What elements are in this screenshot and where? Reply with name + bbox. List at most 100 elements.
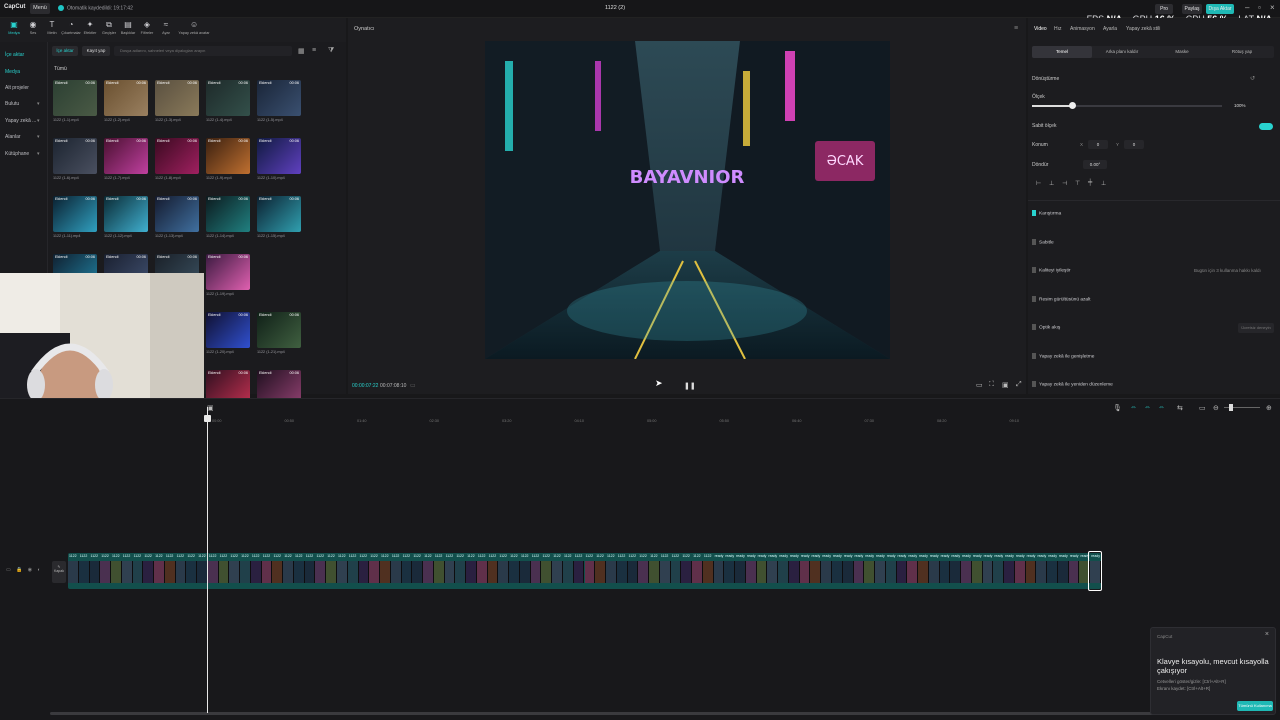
optical-flow-try-button[interactable]: Ücretsiz deneyin bbox=[1238, 323, 1274, 333]
media-thumbnail[interactable]: Eklendi 00:06 bbox=[53, 80, 97, 116]
timeline-clip[interactable] bbox=[939, 561, 951, 583]
fit-icon[interactable]: ▭ bbox=[1199, 404, 1206, 412]
inspector-subtab-1[interactable]: Arka planı kaldır bbox=[1092, 46, 1152, 58]
timeline-clip[interactable] bbox=[423, 561, 434, 583]
timeline-clip[interactable] bbox=[240, 561, 251, 583]
checkbox[interactable] bbox=[1032, 267, 1036, 273]
tool-9[interactable]: ☺ Yapay zekâ avatar bbox=[177, 21, 211, 36]
checkbox[interactable] bbox=[1032, 353, 1036, 359]
track-controls[interactable]: ▭ 🔒 ◉ ◐ bbox=[6, 567, 43, 573]
playhead[interactable] bbox=[207, 407, 208, 713]
timeline-clip[interactable] bbox=[111, 561, 122, 583]
timeline-clip[interactable] bbox=[78, 561, 90, 583]
media-thumbnail[interactable]: Eklendi 00:06 bbox=[257, 138, 301, 174]
timeline-clip[interactable] bbox=[218, 561, 230, 583]
inspector-section-4[interactable]: Optik akış bbox=[1032, 324, 1060, 330]
scale-slider-knob[interactable] bbox=[1069, 102, 1076, 109]
align-bottom-icon[interactable]: ⊥ bbox=[1101, 180, 1106, 187]
media-thumbnail[interactable]: Eklendi 00:06 bbox=[155, 196, 199, 232]
align-middle-icon[interactable]: ╪ bbox=[1088, 180, 1092, 186]
timeline-clip[interactable] bbox=[767, 561, 779, 583]
timeline-clip[interactable] bbox=[1047, 561, 1058, 583]
inspector-tab-0[interactable]: Video bbox=[1034, 26, 1047, 32]
media-thumbnail[interactable]: Eklendi 00:06 bbox=[53, 138, 97, 174]
timeline-clip[interactable] bbox=[616, 561, 628, 583]
timeline-clip[interactable] bbox=[175, 561, 187, 583]
timeline-clip[interactable] bbox=[164, 561, 176, 583]
pro-button[interactable]: Pro bbox=[1155, 4, 1173, 14]
timeline-clip[interactable] bbox=[993, 561, 1005, 583]
selected-clip-outline[interactable] bbox=[1088, 551, 1102, 591]
timeline-clip[interactable] bbox=[186, 561, 198, 583]
timeline-clip[interactable] bbox=[1025, 561, 1037, 583]
timeline-clip[interactable] bbox=[875, 561, 886, 583]
magnet-icon[interactable]: ⇔ bbox=[1144, 404, 1151, 411]
timeline-clip[interactable] bbox=[304, 561, 316, 583]
reset-icon[interactable]: ↺ bbox=[1250, 75, 1255, 82]
media-thumbnail[interactable]: Eklendi 00:06 bbox=[257, 196, 301, 232]
timeline-clip[interactable] bbox=[476, 561, 488, 583]
preview-axis-icon[interactable]: ⇆ bbox=[1177, 404, 1183, 412]
inspector-tab-2[interactable]: Animasyon bbox=[1070, 26, 1095, 32]
timeline-clip[interactable] bbox=[864, 561, 876, 583]
media-thumbnail[interactable]: Eklendi 00:06 bbox=[257, 80, 301, 116]
timeline-clip[interactable] bbox=[842, 561, 854, 583]
checkbox[interactable] bbox=[1032, 381, 1036, 387]
timeline-clip[interactable] bbox=[562, 561, 574, 583]
timeline-scrollbar[interactable] bbox=[50, 712, 1230, 715]
timeline-clip[interactable] bbox=[778, 561, 789, 583]
media-thumbnail[interactable]: Eklendi 00:06 bbox=[206, 138, 250, 174]
timeline-clip[interactable] bbox=[347, 561, 359, 583]
media-thumbnail[interactable]: Eklendi 00:06 bbox=[155, 80, 199, 116]
tool-8[interactable]: ≈ Ayar bbox=[156, 21, 176, 36]
checkbox[interactable] bbox=[1032, 239, 1036, 245]
timeline-clip[interactable] bbox=[627, 561, 639, 583]
timeline-clip[interactable] bbox=[918, 561, 929, 583]
align-left-icon[interactable]: ⊢ bbox=[1036, 180, 1041, 187]
zoom-out-icon[interactable]: ⊖ bbox=[1213, 404, 1219, 412]
export-button[interactable]: Dışa Aktar bbox=[1206, 4, 1234, 14]
inspector-section-6[interactable]: Yapay zekâ ile yeniden düzenleme bbox=[1032, 381, 1113, 387]
close-icon[interactable]: × bbox=[1270, 3, 1275, 12]
timeline-clip[interactable] bbox=[132, 561, 144, 583]
crop-icon[interactable]: ⛶ bbox=[989, 381, 994, 389]
inspector-subtab-3[interactable]: Rötuş yap bbox=[1212, 46, 1272, 58]
timeline-clip[interactable] bbox=[444, 561, 456, 583]
toast-close-icon[interactable]: × bbox=[1265, 631, 1269, 638]
timeline-clip[interactable] bbox=[1014, 561, 1026, 583]
inspector-section-1[interactable]: Sabitle bbox=[1032, 239, 1054, 245]
timeline-clip[interactable] bbox=[724, 561, 736, 583]
link-icon[interactable]: ⇔ bbox=[1130, 404, 1137, 411]
scale-value[interactable]: 100% bbox=[1234, 103, 1246, 108]
grid-view-icon[interactable]: ▦ bbox=[298, 47, 305, 55]
timeline-clip[interactable] bbox=[907, 561, 919, 583]
timeline-clip[interactable] bbox=[326, 561, 337, 583]
timecode-icon[interactable]: ▭ bbox=[410, 382, 416, 389]
inspector-subtab-0[interactable]: Temel bbox=[1032, 46, 1092, 58]
timeline-clip[interactable] bbox=[853, 561, 865, 583]
timeline-clip[interactable] bbox=[885, 561, 897, 583]
timeline-clip[interactable] bbox=[595, 561, 606, 583]
timeline-clip[interactable] bbox=[455, 561, 467, 583]
timeline-clip[interactable] bbox=[1057, 561, 1069, 583]
timeline-clip[interactable] bbox=[412, 561, 424, 583]
media-thumbnail[interactable]: Eklendi 00:06 bbox=[104, 138, 148, 174]
timeline-clip[interactable] bbox=[950, 561, 962, 583]
record-button[interactable]: Kayıt yap bbox=[82, 46, 110, 56]
sidebar-item-6[interactable]: Kütüphane ▾ bbox=[5, 151, 40, 157]
timeline-clip[interactable] bbox=[541, 561, 553, 583]
timeline-clip[interactable] bbox=[433, 561, 445, 583]
media-search-input[interactable]: Dosya adlarını, sahneleri veya diyalogla… bbox=[114, 46, 292, 56]
timeline-clip[interactable] bbox=[121, 561, 133, 583]
media-thumbnail[interactable]: Eklendi 00:06 bbox=[206, 254, 250, 290]
timeline-clip[interactable] bbox=[143, 561, 155, 583]
timeline-clip[interactable] bbox=[250, 561, 262, 583]
timeline-clip[interactable] bbox=[799, 561, 811, 583]
timeline-clip[interactable] bbox=[337, 561, 348, 583]
sidebar-item-1[interactable]: Medya bbox=[5, 69, 20, 75]
inspector-section-5[interactable]: Yapay zekâ ile genişletme bbox=[1032, 353, 1094, 359]
sidebar-item-5[interactable]: Alanlar ▾ bbox=[5, 134, 40, 140]
media-thumbnail[interactable]: Eklendi 00:06 bbox=[206, 312, 250, 348]
menu-icon[interactable]: ≡ bbox=[1014, 25, 1018, 32]
timeline-clip[interactable] bbox=[261, 561, 273, 583]
